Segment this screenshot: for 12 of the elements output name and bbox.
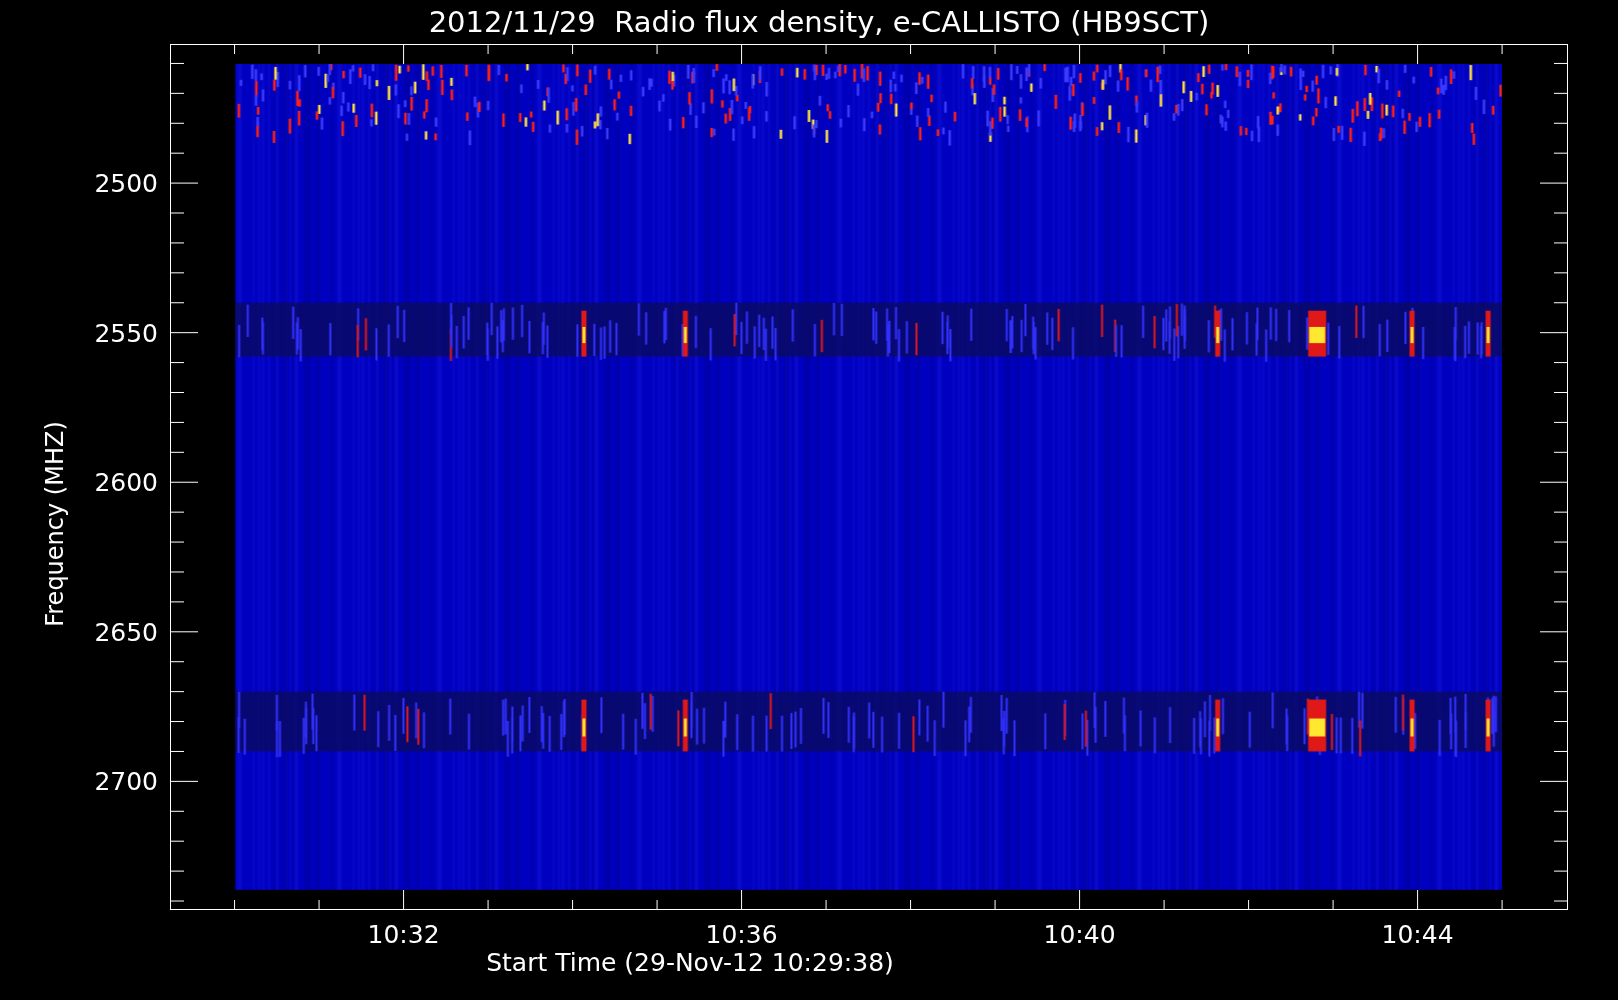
y-tick-label: 2650 bbox=[94, 619, 158, 645]
y-tick-label: 2550 bbox=[94, 320, 158, 346]
y-tick-label: 2600 bbox=[94, 469, 158, 495]
x-axis-label: Start Time (29-Nov-12 10:29:38) bbox=[486, 950, 894, 975]
x-tick-label: 10:32 bbox=[367, 922, 440, 947]
x-tick-label: 10:36 bbox=[705, 922, 778, 947]
y-axis-label: Frequency (MHZ) bbox=[43, 421, 67, 627]
chart-title: 2012/11/29 Radio flux density, e-CALLISTO (HB9SCT) bbox=[427, 7, 1210, 37]
x-tick-label: 10:44 bbox=[1381, 922, 1454, 947]
y-tick-label: 2500 bbox=[94, 170, 158, 196]
y-tick-label: 2700 bbox=[94, 768, 158, 794]
x-tick-label: 10:40 bbox=[1043, 922, 1116, 947]
